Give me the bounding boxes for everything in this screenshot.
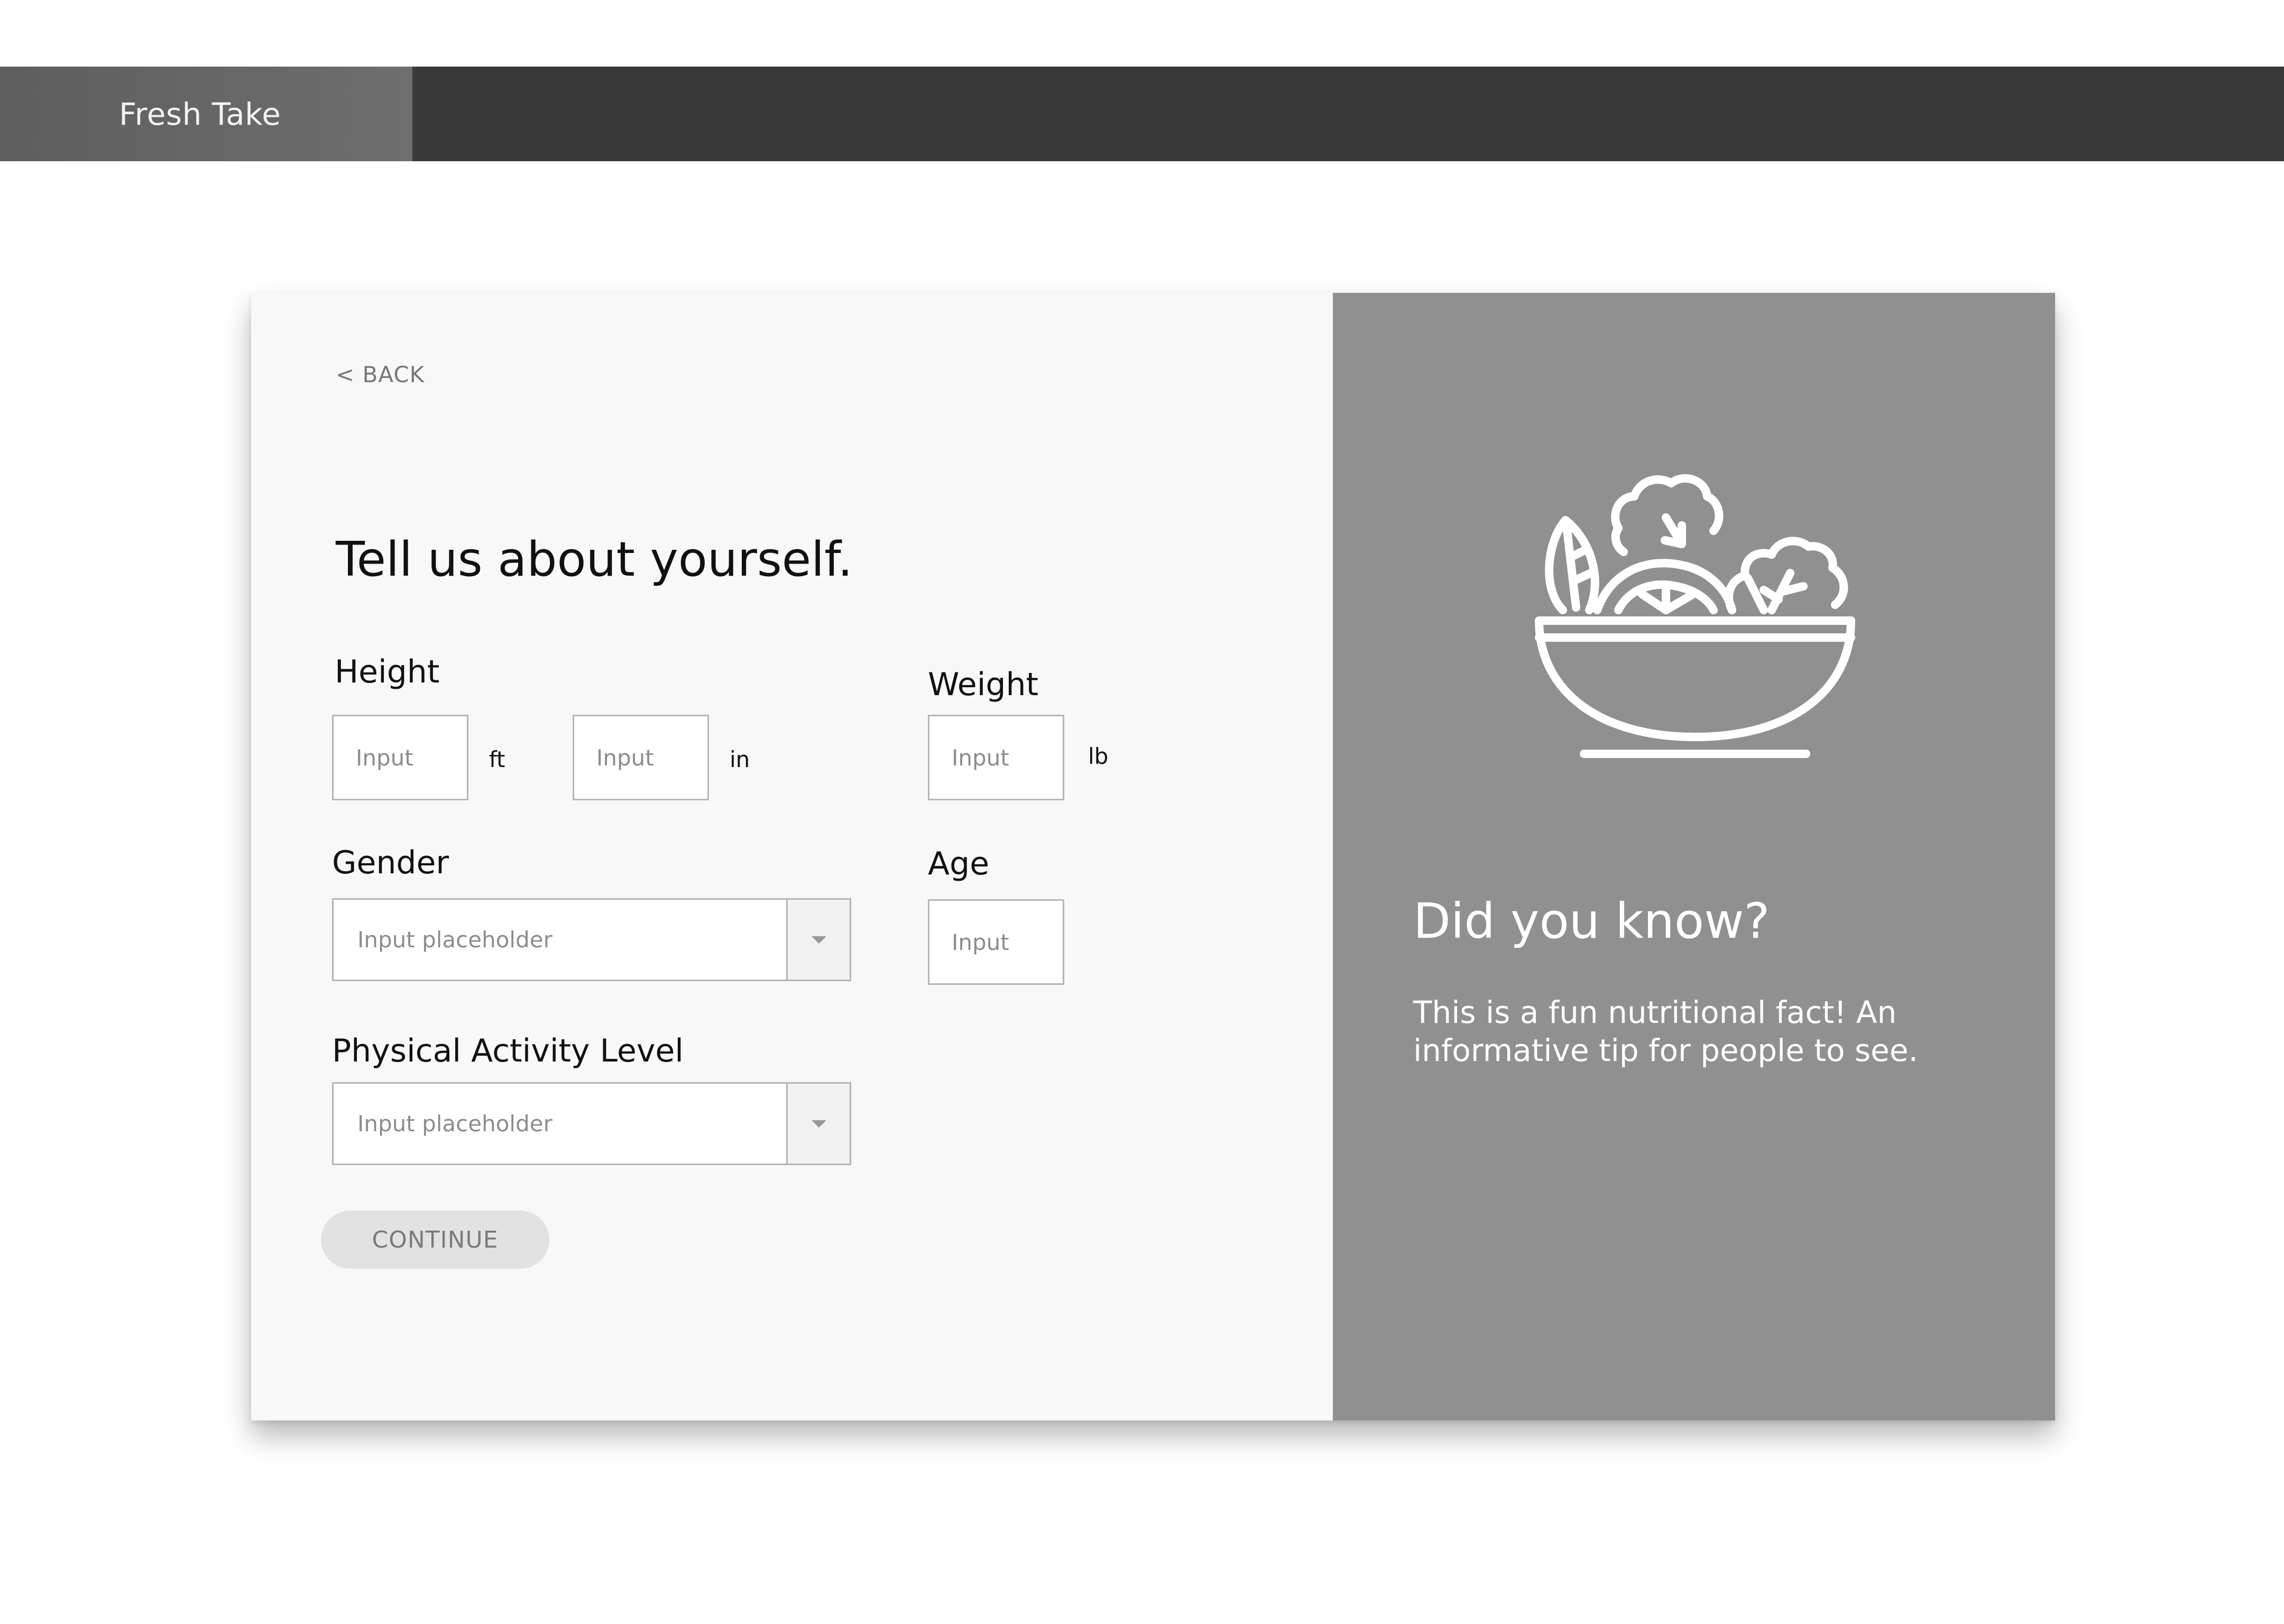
pounds-unit-label: lb [1088, 743, 1109, 769]
height-inches-input[interactable] [573, 715, 709, 800]
gender-select[interactable]: Input placeholder [332, 898, 851, 981]
gender-label: Gender [332, 844, 449, 881]
height-label: Height [335, 653, 440, 690]
back-link[interactable]: < BACK [336, 362, 425, 387]
profile-form-panel: < BACK Tell us about yourself. Height ft… [251, 293, 1333, 1420]
chevron-down-icon [811, 1120, 826, 1128]
fact-text: This is a fun nutritional fact! An infor… [1413, 994, 1918, 1068]
top-bar: Fresh Take [0, 67, 2284, 161]
age-label: Age [928, 845, 990, 882]
salad-bowl-icon [1535, 474, 1855, 758]
weight-input[interactable] [928, 715, 1064, 800]
feet-unit-label: ft [489, 746, 505, 772]
form-heading: Tell us about yourself. [336, 532, 853, 587]
activity-level-select-value: Input placeholder [357, 1111, 552, 1137]
app-name: Fresh Take [119, 96, 281, 132]
gender-dropdown-button[interactable] [786, 900, 850, 980]
chevron-down-icon [811, 936, 826, 944]
weight-label: Weight [928, 666, 1039, 703]
activity-level-dropdown-button[interactable] [786, 1084, 850, 1164]
gender-select-value: Input placeholder [357, 927, 552, 953]
fact-title: Did you know? [1413, 893, 1770, 949]
brand-tab[interactable]: Fresh Take [0, 67, 412, 161]
nutrition-fact-panel: Did you know? This is a fun nutritional … [1333, 293, 2055, 1420]
onboarding-card: < BACK Tell us about yourself. Height ft… [251, 293, 2055, 1420]
activity-level-select[interactable]: Input placeholder [332, 1082, 851, 1165]
activity-level-label: Physical Activity Level [332, 1032, 684, 1069]
inches-unit-label: in [730, 746, 750, 772]
age-input[interactable] [928, 899, 1064, 985]
height-feet-input[interactable] [332, 715, 468, 800]
continue-button[interactable]: CONTINUE [321, 1211, 549, 1269]
